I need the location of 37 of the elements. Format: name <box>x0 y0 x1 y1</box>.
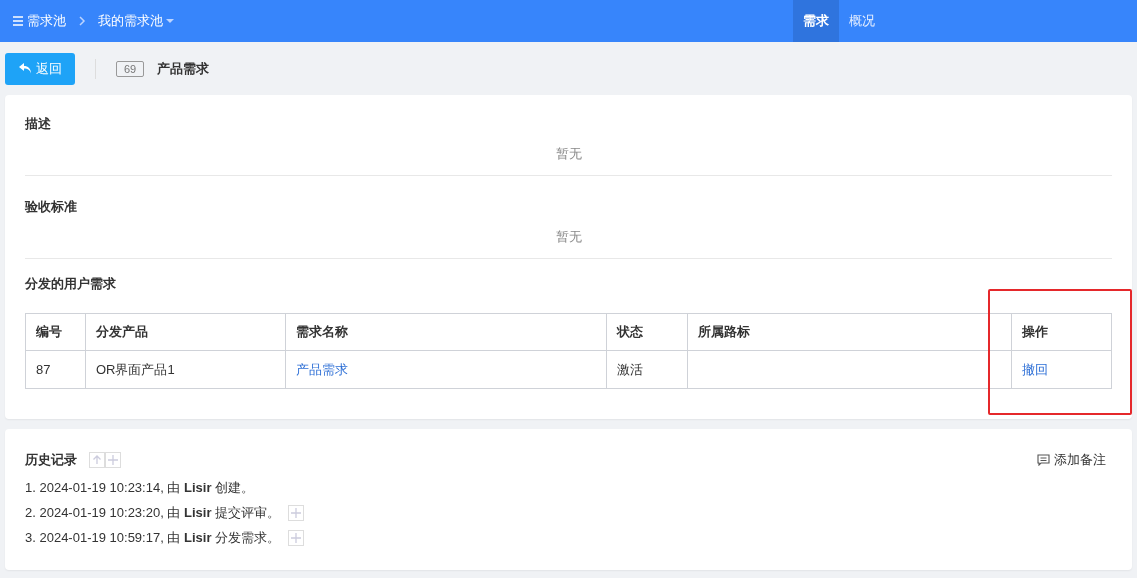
section-title: 描述 <box>25 115 52 133</box>
nav-tab[interactable]: 概况 <box>839 0 885 42</box>
history-entry: 3. 2024-01-19 10:59:17, 由 Lisir 分发需求。 <box>25 528 281 547</box>
plus-icon[interactable] <box>105 452 121 468</box>
empty-text: 暂无 <box>554 145 583 163</box>
page-title: 产品需求 <box>157 59 210 78</box>
return-arrow-icon <box>18 63 32 74</box>
id-tag: 69 <box>116 60 145 77</box>
comment-icon <box>1037 454 1050 466</box>
column-header: 操作 <box>1011 313 1112 351</box>
breadcrumb-link[interactable]: 需求池 <box>12 12 66 30</box>
column-header: 编号 <box>25 313 86 351</box>
plus-icon[interactable] <box>288 504 305 521</box>
column-header: 所属路标 <box>687 313 1012 351</box>
breadcrumb-link[interactable]: 我的需求池 <box>98 12 174 30</box>
plus-icon[interactable] <box>288 529 305 546</box>
table-cell: OR界面产品1 <box>85 350 286 389</box>
section-title: 历史记录 <box>25 451 77 469</box>
chevron-icon <box>78 16 86 26</box>
menu-icon <box>12 15 24 27</box>
empty-text: 暂无 <box>554 228 583 246</box>
nav-tab[interactable]: 需求 <box>793 0 839 42</box>
arrow-up-icon[interactable] <box>89 452 105 468</box>
section-title: 分发的用户需求 <box>25 275 117 293</box>
section-title: 验收标准 <box>25 198 78 216</box>
caret-icon <box>166 18 174 24</box>
add-note-link[interactable]: 添加备注 <box>1037 451 1106 469</box>
history-entry: 2. 2024-01-19 10:23:20, 由 Lisir 提交评审。 <box>25 503 281 522</box>
table-cell: 激活 <box>606 350 688 389</box>
table-cell: 87 <box>25 350 86 389</box>
back-button[interactable]: 返回 <box>5 52 75 85</box>
table-link[interactable]: 撤回 <box>1011 350 1112 389</box>
column-header: 需求名称 <box>285 313 607 351</box>
history-entry: 1. 2024-01-19 10:23:14, 由 Lisir 创建。 <box>25 478 255 497</box>
column-header: 状态 <box>606 313 688 351</box>
column-header: 分发产品 <box>85 313 286 351</box>
table-link[interactable]: 产品需求 <box>285 350 607 389</box>
